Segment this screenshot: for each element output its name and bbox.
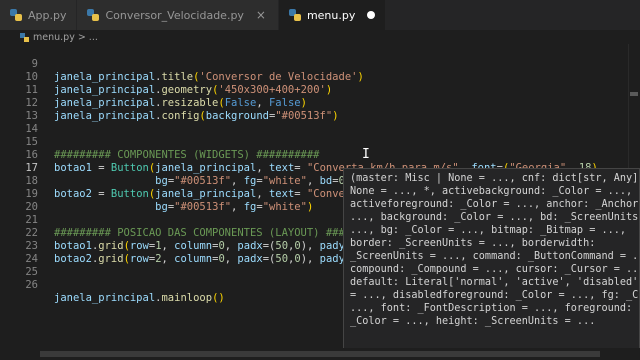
popup-line: (master: Misc | None = ..., cnf: dict[st… xyxy=(350,173,639,184)
unsaved-dot-icon[interactable] xyxy=(367,11,376,19)
python-file-icon xyxy=(87,9,100,21)
popup-line: activeforeground: _Color = ..., anchor: … xyxy=(350,199,640,210)
tab-label: App.py xyxy=(28,8,67,22)
code-line: 14 xyxy=(0,110,640,135)
popup-line: border: _ScreenUnits = ..., borderwidth: xyxy=(350,238,596,249)
popup-line: compound: _Compound = ..., cursor: _Curs… xyxy=(350,264,640,275)
tab-label: Conversor_Velocidade.py xyxy=(105,8,244,22)
python-file-icon xyxy=(20,32,29,42)
close-icon[interactable]: × xyxy=(254,8,268,22)
breadcrumb-separator: > xyxy=(77,31,86,43)
popup-line: ..., bg: _Color = ..., bitmap: _Bitmap =… xyxy=(350,225,627,236)
signature-help-popup: (master: Misc | None = ..., cnf: dict[st… xyxy=(343,168,640,350)
tab-menu-py[interactable]: menu.py xyxy=(278,0,387,30)
code-line: 16 botao1 = Button(janela_principal, tex… xyxy=(0,136,640,174)
horizontal-scrollbar[interactable] xyxy=(40,351,600,357)
code-line: 10 janela_principal.geometry('450x300+40… xyxy=(0,58,640,96)
popup-line: = ..., disabledforeground: _Color = ...,… xyxy=(350,290,640,301)
breadcrumb-file[interactable]: menu.py xyxy=(33,32,75,43)
tab-bar: App.py Conversor_Velocidade.py × menu.py xyxy=(0,0,640,30)
code-line: 9 janela_principal.title('Conversor de V… xyxy=(0,45,640,83)
code-line: 15 ######### COMPONENTES (WIDGETS) #####… xyxy=(0,123,640,161)
popup-line: ..., font: _FontDescription = ..., foreg… xyxy=(350,303,633,314)
popup-line: default: Literal['normal', 'active', 'di… xyxy=(350,277,640,288)
tab-conversor-velocidade-py[interactable]: Conversor_Velocidade.py × xyxy=(77,0,279,30)
popup-line: ..., background: _Color = ..., bd: _Scre… xyxy=(350,212,640,223)
python-file-icon xyxy=(10,9,22,21)
popup-line: _ScreenUnits = ..., command: _ButtonComm… xyxy=(350,251,640,262)
tab-app-py[interactable]: App.py xyxy=(0,0,78,30)
code-text: janela_principal.mainloop() xyxy=(54,292,225,304)
breadcrumb: menu.py > ... xyxy=(0,30,640,44)
popup-line: _Color = ..., height: _ScreenUnits = ... xyxy=(350,316,596,327)
code-line: 11 janela_principal.resizable(False, Fal… xyxy=(0,71,640,109)
code-line: 17 bg="#00513f", fg="white", bd=0, xyxy=(0,149,640,187)
line-number: 26 xyxy=(25,279,38,291)
mouse-ibeam-icon: I xyxy=(362,147,370,162)
popup-line: None = ..., *, activebackground: _Color … xyxy=(350,186,633,197)
breadcrumb-tail[interactable]: ... xyxy=(89,32,98,43)
python-file-icon xyxy=(288,9,301,21)
scrollbar-thumb[interactable] xyxy=(630,92,638,96)
tab-label: menu.py xyxy=(306,8,356,22)
code-line: 12 janela_principal.config(background="#… xyxy=(0,84,640,122)
code-line: 13 xyxy=(0,97,640,122)
